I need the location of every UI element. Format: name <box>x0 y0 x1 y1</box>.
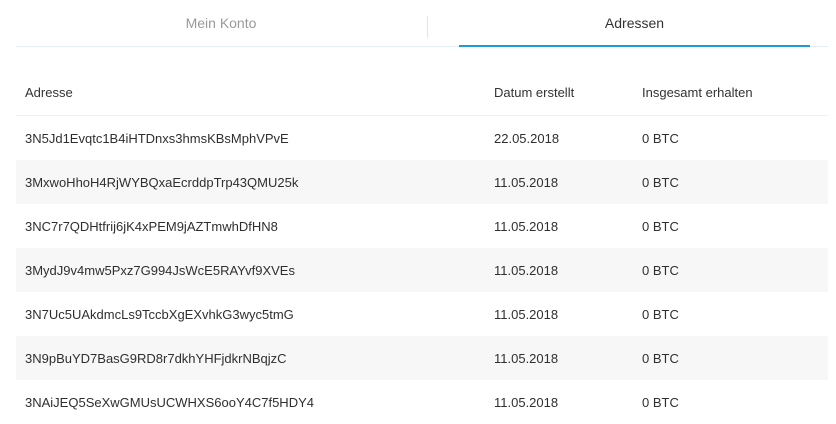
total-cell: 0 BTC <box>642 262 679 278</box>
table-row[interactable]: 3N5Jd1Evqtc1B4iHTDnxs3hmsKBsMphVPvE 22.0… <box>16 116 828 160</box>
date-cell: 11.05.2018 <box>494 174 559 190</box>
tab-bar: Mein Konto Adressen <box>16 0 828 47</box>
address-cell: 3NC7r7QDHtfrij6jK4xPEM9jAZTmwhDfHN8 <box>25 218 278 234</box>
table-row[interactable]: 3N9pBuYD7BasG9RD8r7dkhYHFjdkrNBqjzC 11.0… <box>16 336 828 380</box>
total-cell: 0 BTC <box>642 174 679 190</box>
table-row[interactable]: 3N7Uc5UAkdmcLs9TccbXgEXvhkG3wyc5tmG 11.0… <box>16 292 828 336</box>
table-row[interactable]: 3MydJ9v4mw5Pxz7G994JsWcE5RAYvf9XVEs 11.0… <box>16 248 828 292</box>
total-cell: 0 BTC <box>642 218 679 234</box>
total-cell: 0 BTC <box>642 306 679 322</box>
tab-mein-konto[interactable]: Mein Konto <box>16 0 426 46</box>
address-cell: 3MxwoHhoH4RjWYBQxaEcrddpTrp43QMU25k <box>25 174 299 190</box>
date-cell: 11.05.2018 <box>494 306 559 322</box>
total-cell: 0 BTC <box>642 394 679 410</box>
column-header-total: Insgesamt erhalten <box>642 85 753 100</box>
table-row[interactable]: 3NC7r7QDHtfrij6jK4xPEM9jAZTmwhDfHN8 11.0… <box>16 204 828 248</box>
table-row[interactable]: 3MxwoHhoH4RjWYBQxaEcrddpTrp43QMU25k 11.0… <box>16 160 828 204</box>
table-header-row: Adresse Datum erstellt Insgesamt erhalte… <box>16 70 828 116</box>
total-cell: 0 BTC <box>642 130 679 146</box>
address-table: Adresse Datum erstellt Insgesamt erhalte… <box>16 70 828 424</box>
address-cell: 3N9pBuYD7BasG9RD8r7dkhYHFjdkrNBqjzC <box>25 350 287 366</box>
address-cell: 3N5Jd1Evqtc1B4iHTDnxs3hmsKBsMphVPvE <box>25 130 289 146</box>
address-cell: 3MydJ9v4mw5Pxz7G994JsWcE5RAYvf9XVEs <box>25 262 295 278</box>
date-cell: 11.05.2018 <box>494 350 559 366</box>
table-row[interactable]: 3NAiJEQ5SeXwGMUsUCWHXS6ooY4C7f5HDY4 11.0… <box>16 380 828 424</box>
column-header-address: Adresse <box>25 85 73 100</box>
address-cell: 3NAiJEQ5SeXwGMUsUCWHXS6ooY4C7f5HDY4 <box>25 394 314 410</box>
column-header-date: Datum erstellt <box>494 85 575 100</box>
date-cell: 11.05.2018 <box>494 218 559 234</box>
tab-adressen[interactable]: Adressen <box>459 0 810 47</box>
tab-divider <box>427 16 428 38</box>
total-cell: 0 BTC <box>642 350 679 366</box>
date-cell: 11.05.2018 <box>494 262 559 278</box>
address-cell: 3N7Uc5UAkdmcLs9TccbXgEXvhkG3wyc5tmG <box>25 306 294 322</box>
date-cell: 11.05.2018 <box>494 394 559 410</box>
date-cell: 22.05.2018 <box>494 130 560 146</box>
